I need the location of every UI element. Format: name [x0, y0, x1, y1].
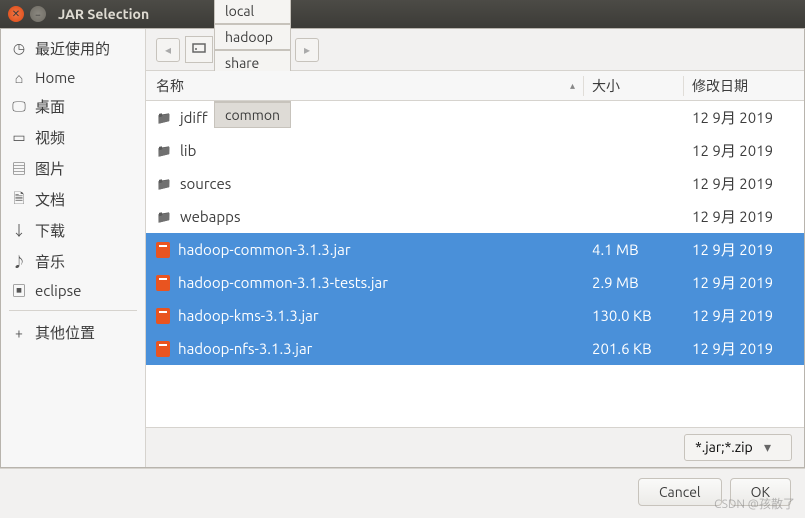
folder-icon	[156, 143, 172, 159]
folder-icon: ▣	[11, 283, 27, 299]
titlebar: ✕ − JAR Selection	[0, 0, 805, 28]
sidebar-item-label: 文档	[35, 189, 65, 210]
column-header-date[interactable]: 修改日期	[684, 76, 804, 96]
file-name: webapps	[180, 208, 240, 225]
file-size: 201.6 KB	[584, 340, 684, 357]
file-date: 12 9月 2019	[684, 140, 804, 161]
download-icon: ↓	[11, 223, 27, 239]
file-name: hadoop-nfs-3.1.3.jar	[178, 340, 312, 357]
file-date: 12 9月 2019	[684, 338, 804, 359]
sidebar-item-label: 桌面	[35, 96, 65, 117]
video-icon: ▭	[11, 130, 27, 146]
jar-icon	[156, 341, 170, 357]
document-icon: 🗎	[11, 192, 27, 208]
clock-icon: ◷	[11, 41, 27, 57]
window-controls: ✕ −	[8, 6, 46, 22]
file-size: 130.0 KB	[584, 307, 684, 324]
sidebar-item-clock[interactable]: ◷ 最近使用的	[1, 33, 145, 64]
folder-icon	[156, 209, 172, 225]
sidebar-item-home[interactable]: ⌂ Home	[1, 64, 145, 91]
sidebar-item-label: 图片	[35, 158, 65, 179]
file-name: lib	[180, 142, 196, 159]
window-title: JAR Selection	[58, 6, 149, 22]
file-row[interactable]: hadoop-common-3.1.3.jar 4.1 MB12 9月 2019	[146, 233, 804, 266]
file-name: hadoop-kms-3.1.3.jar	[178, 307, 319, 324]
file-name: hadoop-common-3.1.3.jar	[178, 241, 351, 258]
file-date: 12 9月 2019	[684, 107, 804, 128]
breadcrumb-segment[interactable]: local	[214, 0, 291, 24]
breadcrumb-bar: ◂ usrlocalhadoopsharehadoopcommon ▸	[146, 29, 804, 71]
sidebar-divider	[9, 310, 137, 311]
column-headers: 名称 ▴ 大小 修改日期	[146, 71, 804, 101]
dialog-buttons: Cancel OK	[0, 468, 805, 514]
drive-icon	[192, 41, 206, 55]
places-sidebar: ◷ 最近使用的 ⌂ Home 🖵 桌面 ▭ 视频 ▤ 图片 🗎 文档 ↓ 下载 ♪ 音乐 ▣ eclipse + …	[1, 29, 146, 467]
nav-back-button[interactable]: ◂	[156, 38, 180, 62]
jar-icon	[156, 308, 170, 324]
sidebar-item-desktop[interactable]: 🖵 桌面	[1, 91, 145, 122]
file-date: 12 9月 2019	[684, 173, 804, 194]
file-size: 4.1 MB	[584, 241, 684, 258]
file-row[interactable]: hadoop-nfs-3.1.3.jar 201.6 KB12 9月 2019	[146, 332, 804, 365]
sidebar-item-folder[interactable]: ▣ eclipse	[1, 277, 145, 304]
sidebar-item-label: 视频	[35, 127, 65, 148]
file-date: 12 9月 2019	[684, 239, 804, 260]
jar-icon	[156, 275, 170, 291]
file-name: jdiff	[180, 109, 208, 126]
desktop-icon: 🖵	[11, 99, 27, 115]
sidebar-item-image[interactable]: ▤ 图片	[1, 153, 145, 184]
nav-forward-button[interactable]: ▸	[295, 38, 319, 62]
image-icon: ▤	[11, 161, 27, 177]
file-name: hadoop-common-3.1.3-tests.jar	[178, 274, 388, 291]
file-row[interactable]: hadoop-common-3.1.3-tests.jar 2.9 MB12 9月…	[146, 266, 804, 299]
jar-icon	[156, 242, 170, 258]
cancel-button[interactable]: Cancel	[638, 478, 722, 506]
file-date: 12 9月 2019	[684, 305, 804, 326]
file-size: 2.9 MB	[584, 274, 684, 291]
sidebar-item-label: 其他位置	[35, 322, 95, 343]
file-list[interactable]: jdiff 12 9月 2019 lib 12 9月 2019 sources 12 9月…	[146, 101, 804, 427]
file-name: sources	[180, 175, 231, 192]
sidebar-item-video[interactable]: ▭ 视频	[1, 122, 145, 153]
sidebar-item-music[interactable]: ♪ 音乐	[1, 246, 145, 277]
breadcrumb-root[interactable]	[185, 36, 213, 63]
file-row[interactable]: lib 12 9月 2019	[146, 134, 804, 167]
close-icon[interactable]: ✕	[8, 6, 24, 22]
music-icon: ♪	[11, 254, 27, 270]
column-header-size[interactable]: 大小	[584, 76, 684, 96]
file-date: 12 9月 2019	[684, 206, 804, 227]
file-row[interactable]: webapps 12 9月 2019	[146, 200, 804, 233]
home-icon: ⌂	[11, 70, 27, 86]
filter-bar: *.jar;*.zip	[146, 427, 804, 467]
file-row[interactable]: sources 12 9月 2019	[146, 167, 804, 200]
file-row[interactable]: jdiff 12 9月 2019	[146, 101, 804, 134]
sidebar-item-label: eclipse	[35, 282, 81, 299]
plus-icon: +	[11, 325, 27, 341]
minimize-icon[interactable]: −	[30, 6, 46, 22]
sidebar-item-document[interactable]: 🗎 文档	[1, 184, 145, 215]
folder-icon	[156, 176, 172, 192]
column-header-name[interactable]: 名称 ▴	[146, 76, 584, 96]
dialog-content: ◷ 最近使用的 ⌂ Home 🖵 桌面 ▭ 视频 ▤ 图片 🗎 文档 ↓ 下载 ♪ 音乐 ▣ eclipse + …	[0, 28, 805, 468]
sidebar-other-locations[interactable]: + 其他位置	[1, 317, 145, 348]
sidebar-item-label: 下载	[35, 220, 65, 241]
sort-indicator-icon: ▴	[570, 80, 575, 92]
sidebar-item-label: 最近使用的	[35, 38, 110, 59]
ok-button[interactable]: OK	[730, 478, 791, 506]
folder-icon	[156, 110, 172, 126]
sidebar-item-label: 音乐	[35, 251, 65, 272]
breadcrumb-segment[interactable]: hadoop	[214, 24, 291, 50]
sidebar-item-label: Home	[35, 69, 75, 86]
file-filter-select[interactable]: *.jar;*.zip	[684, 434, 792, 461]
main-panel: ◂ usrlocalhadoopsharehadoopcommon ▸ 名称 ▴…	[146, 29, 804, 467]
file-date: 12 9月 2019	[684, 272, 804, 293]
sidebar-item-download[interactable]: ↓ 下载	[1, 215, 145, 246]
file-row[interactable]: hadoop-kms-3.1.3.jar 130.0 KB12 9月 2019	[146, 299, 804, 332]
